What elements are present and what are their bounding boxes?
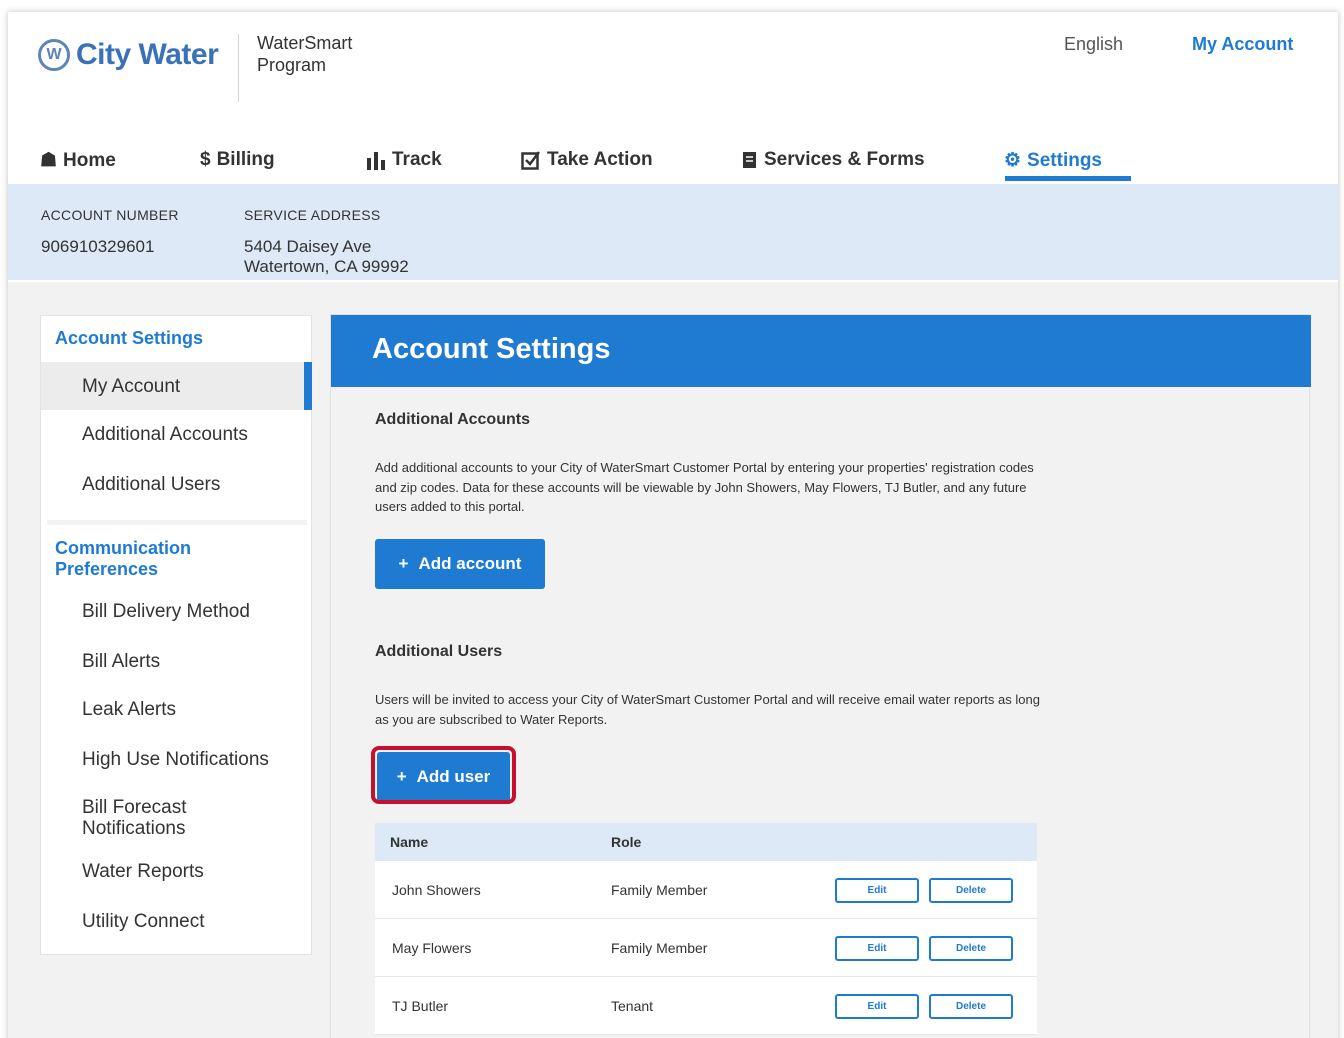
service-address-label: SERVICE ADDRESS — [244, 207, 381, 223]
nav-services-forms-label: Services & Forms — [764, 149, 925, 170]
sidebar-head-account-settings[interactable]: Account Settings — [55, 328, 203, 349]
account-info-band: ACCOUNT NUMBER 906910329601 SERVICE ADDR… — [8, 184, 1338, 280]
water-drop-icon: W — [38, 39, 70, 71]
user-name: May Flowers — [392, 939, 472, 956]
additional-accounts-title: Additional Accounts — [375, 411, 530, 428]
table-row: TJ Butler Tenant Edit Delete — [375, 977, 1037, 1035]
nav-billing-label: Billing — [216, 149, 275, 170]
sidebar-item-high-use[interactable]: High Use Notifications — [82, 749, 269, 770]
page-frame: W City Water WaterSmart Program English … — [8, 12, 1338, 1038]
panel-title: Account Settings — [372, 333, 611, 365]
nav-settings[interactable]: ⚙ Settings — [1004, 149, 1102, 172]
nav-home-label: Home — [63, 149, 116, 171]
document-icon — [743, 151, 756, 168]
sidebar-item-bill-alerts[interactable]: Bill Alerts — [82, 651, 160, 672]
table-header: Name Role — [375, 823, 1037, 861]
additional-accounts-desc: Add additional accounts to your City of … — [375, 460, 1034, 514]
sidebar-separator — [47, 520, 307, 525]
nav-take-action[interactable]: Take Action — [521, 149, 653, 171]
edit-button[interactable]: Edit — [835, 994, 919, 1019]
service-address: 5404 Daisey Ave Watertown, CA 99992 — [244, 237, 409, 277]
users-table: Name Role John Showers Family Member Edi… — [375, 823, 1037, 1035]
bill-forecast-line1: Bill Forecast — [82, 797, 187, 818]
table-row: May Flowers Family Member Edit Delete — [375, 919, 1037, 977]
language-selector[interactable]: English — [1064, 34, 1123, 55]
sidebar-item-my-account[interactable]: My Account — [82, 376, 180, 397]
user-role: Tenant — [611, 997, 654, 1014]
edit-button[interactable]: Edit — [835, 878, 919, 903]
sidebar-item-leak-alerts[interactable]: Leak Alerts — [82, 699, 176, 720]
header-divider — [238, 34, 239, 102]
col-role: Role — [611, 834, 642, 850]
user-role: Family Member — [611, 939, 708, 956]
additional-users-title: Additional Users — [375, 643, 503, 660]
add-account-button[interactable]: + Add account — [375, 539, 545, 589]
dollar-icon: $ — [200, 149, 211, 170]
delete-button[interactable]: Delete — [929, 936, 1013, 961]
user-name: John Showers — [392, 881, 481, 898]
col-name: Name — [390, 834, 429, 850]
my-account-link[interactable]: My Account — [1192, 34, 1293, 55]
program-name: WaterSmart Program — [257, 32, 352, 76]
add-user-highlight — [371, 746, 516, 804]
city-water-logo[interactable]: W City Water — [38, 38, 219, 72]
table-row: John Showers Family Member Edit Delete — [375, 861, 1037, 919]
add-account-label: Add account — [418, 554, 522, 573]
nav-take-action-label: Take Action — [547, 149, 653, 170]
address-line2: Watertown, CA 99992 — [244, 257, 409, 276]
plus-icon: + — [398, 554, 409, 573]
delete-button[interactable]: Delete — [929, 878, 1013, 903]
comm-head-line1: Communication — [55, 538, 192, 558]
user-name: TJ Butler — [392, 997, 449, 1014]
edit-button[interactable]: Edit — [835, 936, 919, 961]
panel-header: Account Settings — [331, 315, 1311, 387]
account-settings-panel: Account Settings Additional Accounts Add… — [330, 314, 1311, 1038]
nav-settings-label: Settings — [1027, 149, 1102, 171]
user-role: Family Member — [611, 881, 708, 898]
sidebar-item-bill-delivery[interactable]: Bill Delivery Method — [82, 601, 250, 622]
sidebar-item-additional-accounts[interactable]: Additional Accounts — [82, 424, 248, 445]
delete-button[interactable]: Delete — [929, 994, 1013, 1019]
program-line2: Program — [257, 55, 327, 75]
bill-forecast-line2: Notifications — [82, 818, 186, 839]
bar-chart-icon — [367, 152, 385, 170]
nav-track-label: Track — [392, 149, 442, 170]
sidebar-active-bar — [304, 362, 312, 410]
nav-track[interactable]: Track — [366, 149, 442, 171]
comm-head-line2: Preferences — [55, 559, 159, 579]
sidebar-item-additional-users[interactable]: Additional Users — [82, 474, 220, 495]
address-line1: 5404 Daisey Ave — [244, 237, 372, 256]
sidebar-item-bill-forecast[interactable]: Bill Forecast Notifications — [82, 797, 187, 839]
home-icon: ☗ — [40, 150, 58, 171]
logo-text: City Water — [76, 38, 219, 71]
gear-icon: ⚙ — [1004, 150, 1022, 171]
nav-home[interactable]: ☗ Home — [40, 149, 116, 172]
account-number: 906910329601 — [41, 237, 155, 256]
checkbox-icon — [521, 151, 540, 170]
sidebar-item-utility-connect[interactable]: Utility Connect — [82, 911, 205, 932]
nav-services-forms[interactable]: Services & Forms — [743, 149, 925, 171]
sidebar-head-communication[interactable]: Communication Preferences — [55, 538, 191, 580]
nav-active-underline — [1005, 176, 1131, 181]
settings-sidebar: Account Settings My Account Additional A… — [40, 315, 312, 955]
nav-billing[interactable]: $ Billing — [200, 149, 275, 171]
sidebar-item-water-reports[interactable]: Water Reports — [82, 861, 204, 882]
program-line1: WaterSmart — [257, 33, 353, 53]
additional-users-desc: Users will be invited to access your Cit… — [375, 692, 1040, 727]
account-number-label: ACCOUNT NUMBER — [41, 207, 179, 223]
